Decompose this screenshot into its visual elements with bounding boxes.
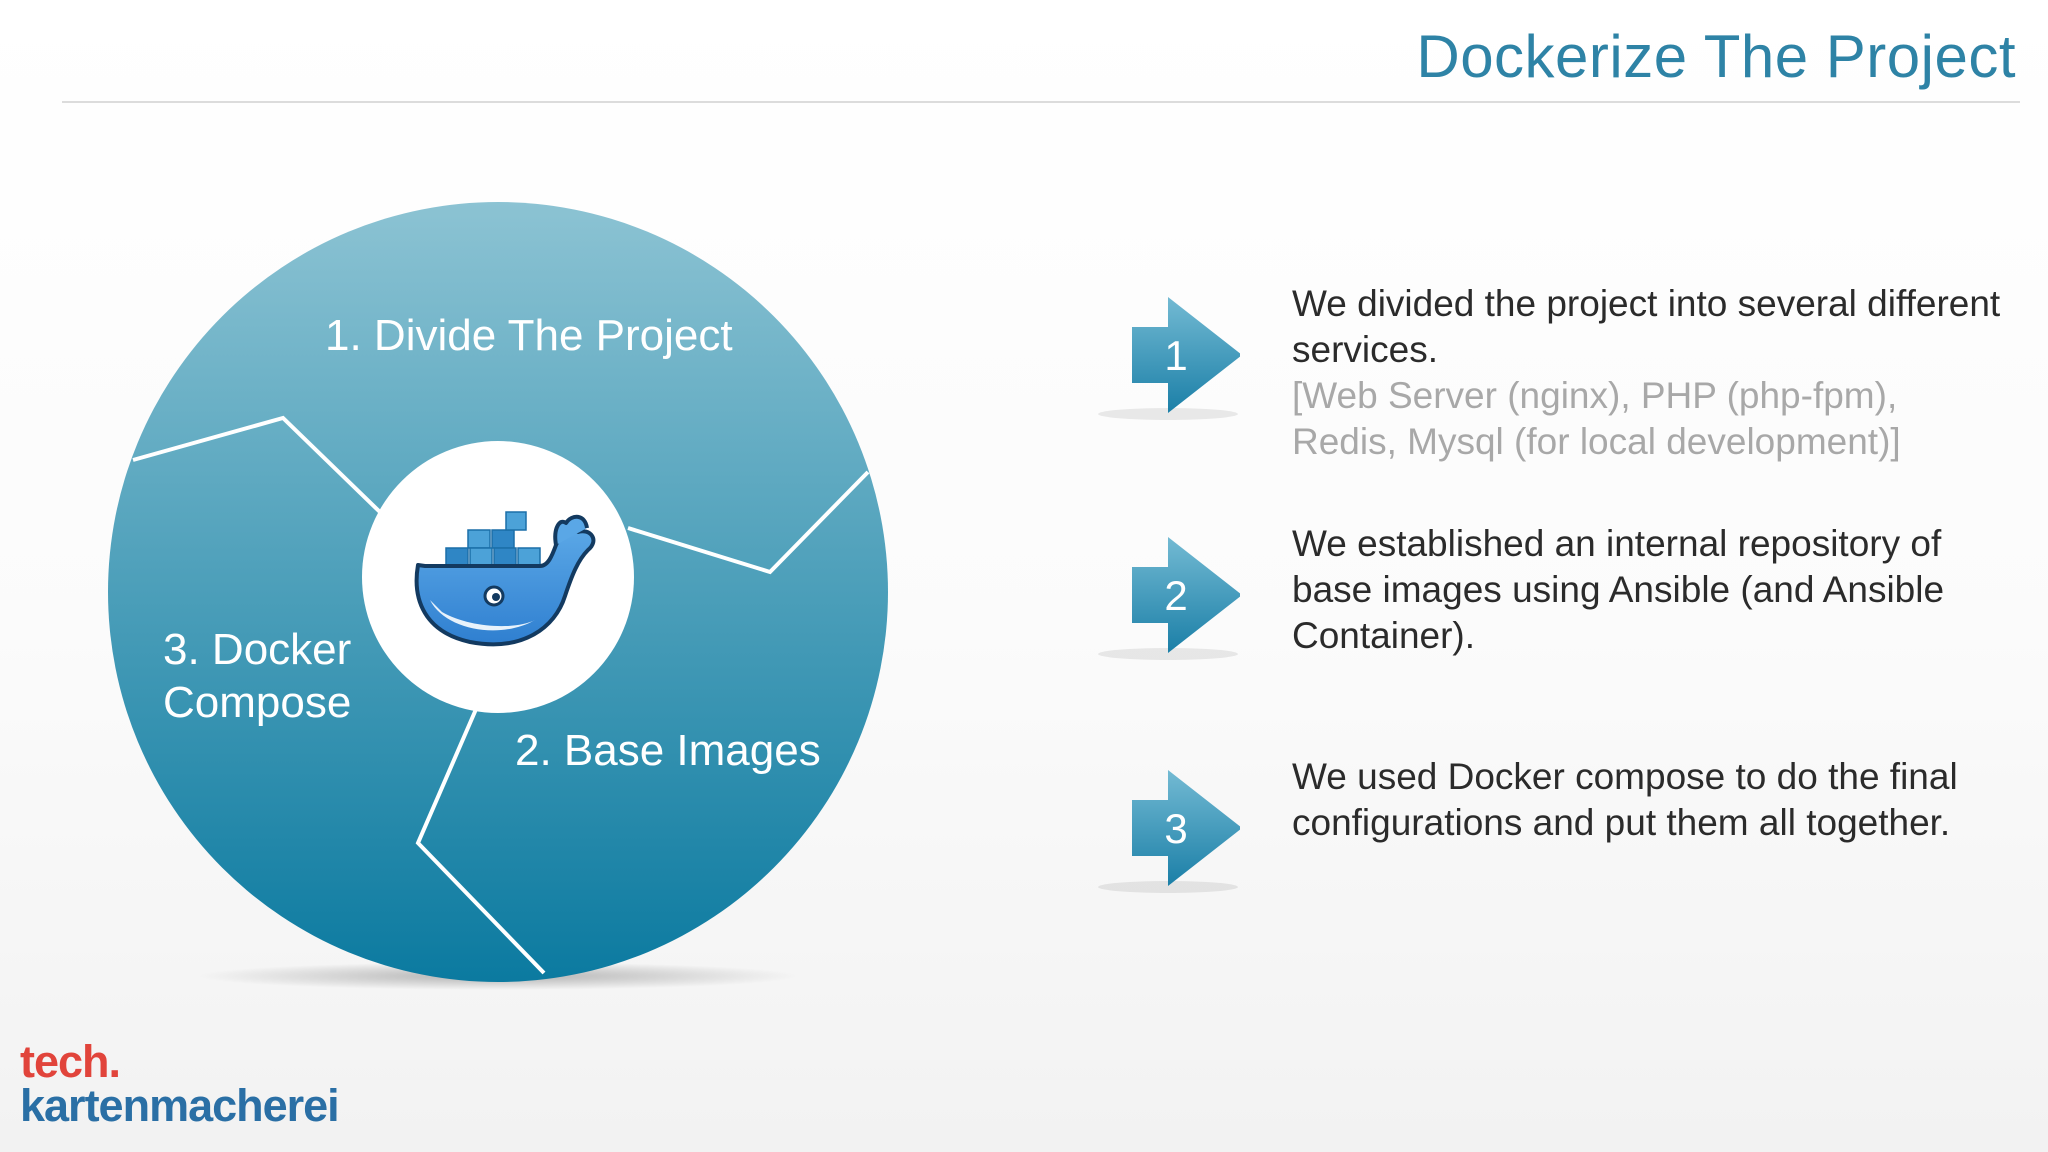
cycle-diagram: 1. Divide The Project 2. Base Images 3. … <box>108 202 888 990</box>
brand-logo-line1: tech. <box>20 1036 121 1087</box>
step-1: 1 We divided the project into several di… <box>1090 281 2000 462</box>
step-3-description: We used Docker compose to do the final c… <box>1292 756 1958 843</box>
step-2-number: 2 <box>1164 572 1187 619</box>
step-3-number: 3 <box>1164 805 1187 852</box>
segment-label-compose-line2: Compose <box>163 678 351 727</box>
step-2-description: We established an internal repository of… <box>1292 523 1945 656</box>
step-2-arrow-icon: 2 <box>1098 537 1240 660</box>
step-1-number: 1 <box>1164 332 1187 379</box>
brand-logo: tech. kartenmacherei <box>20 1036 340 1131</box>
slide-title: Dockerize The Project <box>1416 23 2016 90</box>
step-1-arrow-icon: 1 <box>1098 297 1240 420</box>
segment-label-divide: 1. Divide The Project <box>325 311 733 360</box>
step-1-note: [Web Server (nginx), PHP (php-fpm), Redi… <box>1292 375 1901 462</box>
segment-label-compose-line1: 3. Docker <box>163 625 351 674</box>
step-1-description: We divided the project into several diff… <box>1292 283 2001 370</box>
brand-logo-line2: kartenmacherei <box>20 1080 340 1131</box>
step-1-text: We divided the project into several diff… <box>1292 281 2012 465</box>
step-3: 3 We used Docker compose to do the final… <box>1090 754 2000 904</box>
step-2-text: We established an internal repository of… <box>1292 521 2012 659</box>
segment-label-base-images: 2. Base Images <box>515 726 821 775</box>
step-2: 2 We established an internal repository … <box>1090 521 2000 671</box>
step-3-text: We used Docker compose to do the final c… <box>1292 754 2012 846</box>
step-3-arrow-icon: 3 <box>1098 770 1240 893</box>
